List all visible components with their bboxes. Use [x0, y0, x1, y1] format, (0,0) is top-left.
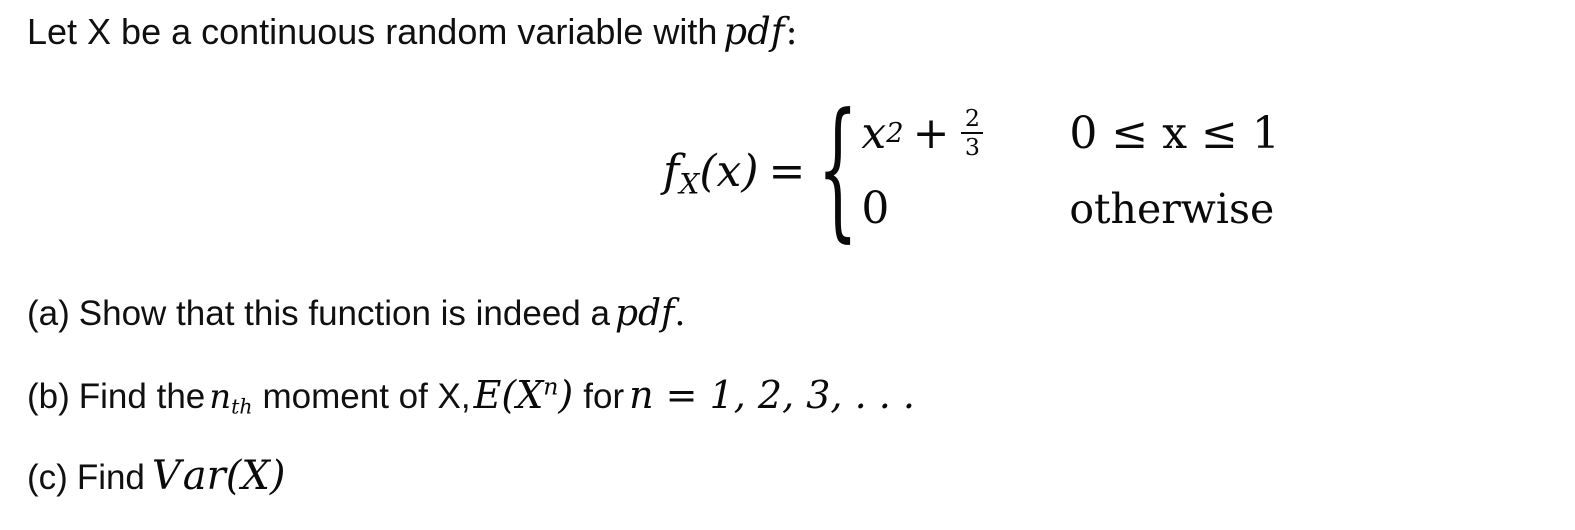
fraction-two-thirds: 2 3 [961, 104, 984, 161]
formula-inner: fX(x) = { x 2 + 2 3 0 ≤ x ≤ 1 0 otherwise [663, 96, 1280, 246]
part-b-line: (b) Find the nth moment of X,E(Xn) for n = 1,… [27, 373, 915, 417]
pdf-term-part-a: pdf [614, 293, 675, 334]
part-c-text: Find [76, 458, 145, 497]
case-condition: 0 ≤ x ≤ 1 [1069, 108, 1280, 159]
case-operator: + [912, 108, 950, 159]
fraction-denominator: 3 [964, 132, 980, 161]
variance-argument: (X) [225, 453, 286, 499]
part-a-line: (a) Show that this function is indeed a pd… [27, 296, 686, 332]
pdf-term-intro: pdf [723, 10, 785, 53]
part-b-label: (b) [27, 377, 70, 416]
part-c-line: (c) Find Var(X) [27, 456, 285, 496]
intro-colon: : [785, 12, 798, 53]
part-a-period: . [674, 294, 686, 334]
intro-text: Let X be a continuous random variable wi… [27, 11, 718, 52]
n-values-list: n = 1, 2, 3, . . . [629, 373, 915, 417]
nth-base: n [209, 377, 232, 417]
nth-subscript: th [231, 394, 253, 419]
case-row: x 2 + 2 3 0 ≤ x ≤ 1 [861, 96, 1279, 171]
function-argument: (x) [699, 145, 759, 197]
part-c-label: (c) [27, 458, 68, 497]
function-label: fX(x) [663, 145, 759, 200]
cases-list: x 2 + 2 3 0 ≤ x ≤ 1 0 otherwise [847, 96, 1279, 246]
fraction-numerator: 2 [964, 104, 980, 133]
part-a-text: Show that this function is indeed a [78, 294, 610, 333]
case-expression: x 2 + 2 3 [861, 96, 1069, 171]
expectation-close: ) [558, 373, 574, 417]
equals-sign: = [768, 145, 806, 197]
part-b-text-before: Find the [78, 377, 206, 416]
intro-line: Let X be a continuous random variable wi… [27, 13, 798, 51]
part-a-label: (a) [27, 294, 70, 333]
variance-ar: ar [182, 453, 226, 499]
expectation-open: E(X [473, 373, 544, 417]
nth-math-term: nth [205, 377, 256, 417]
variance-expression: Var(X) [145, 456, 286, 496]
case-condition: otherwise [1069, 185, 1275, 233]
function-name: f [663, 145, 680, 197]
case-expression: 0 [861, 171, 1069, 246]
case-row: 0 otherwise [861, 171, 1279, 246]
expectation-exponent: n [543, 372, 559, 401]
case-expression-base: x [861, 108, 887, 159]
case-brace: { [817, 84, 859, 258]
case-expression-base: 0 [861, 183, 890, 234]
expectation-expression: E(Xn) [471, 373, 579, 417]
function-subscript: X [679, 166, 700, 200]
variance-v: V [151, 453, 181, 499]
part-b-text-middle: moment of X, [262, 377, 471, 416]
part-b-text-for: for [583, 377, 625, 416]
pdf-definition-formula: fX(x) = { x 2 + 2 3 0 ≤ x ≤ 1 0 otherwise [0, 96, 1575, 246]
